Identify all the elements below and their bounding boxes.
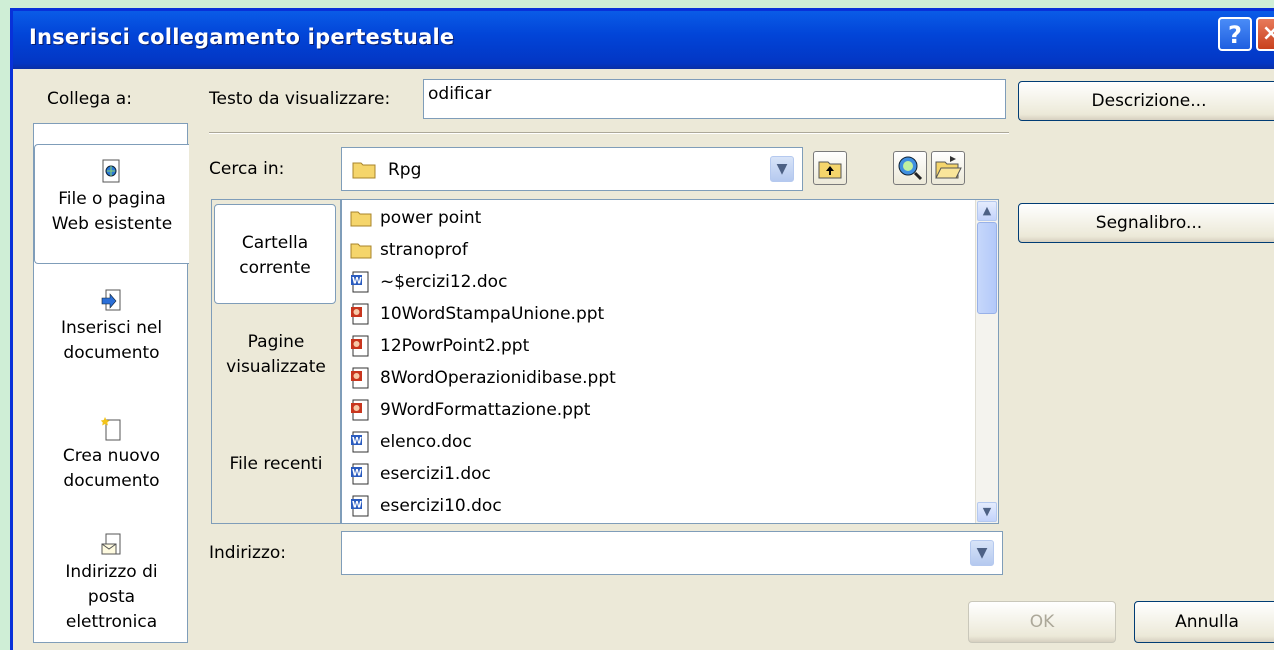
file-list-item[interactable]: 9WordFormattazione.ppt: [350, 394, 590, 426]
file-name: 12PowrPoint2.ppt: [380, 336, 530, 356]
file-list-item[interactable]: Welenco.doc: [350, 426, 472, 458]
view-tabs: Cartella corrente Pagine visualizzate Fi…: [211, 199, 341, 524]
new-document-icon: [100, 417, 120, 441]
scroll-up-button[interactable]: ▲: [977, 201, 997, 221]
look-in-value: Rpg: [388, 160, 422, 180]
powerpoint-file-icon: [351, 335, 369, 357]
link-place-line2: documento: [63, 343, 160, 363]
vertical-scrollbar[interactable]: ▲ ▼: [975, 200, 998, 523]
display-text-label: Testo da visualizzare:: [209, 89, 391, 109]
link-email-line1: Indirizzo di: [65, 562, 158, 582]
folder-icon: [350, 211, 372, 227]
address-chevron-down-icon[interactable]: ▼: [970, 540, 994, 566]
browse-web-icon: [898, 156, 923, 181]
powerpoint-file-icon: [351, 399, 369, 421]
tab-browsed-line2: visualizzate: [226, 357, 326, 377]
title-bar: Inserisci collegamento ipertestuale ? ×: [13, 11, 1274, 69]
file-list[interactable]: power point stranoprof W ~$ercizi12.doc 10Wo…: [341, 199, 999, 524]
file-name: esercizi1.doc: [380, 464, 491, 484]
chevron-down-icon[interactable]: ▼: [770, 156, 794, 182]
link-place-line1: Inserisci nel: [60, 318, 163, 338]
file-list-item[interactable]: stranoprof: [350, 234, 468, 266]
tab-browsed-line1: Pagine: [247, 332, 305, 352]
file-name: esercizi10.doc: [380, 496, 502, 516]
powerpoint-file-icon: [351, 303, 369, 325]
up-one-folder-button[interactable]: [813, 151, 847, 185]
tab-current-folder-line2: corrente: [239, 258, 311, 278]
address-label: Indirizzo:: [209, 543, 286, 563]
browse-web-button[interactable]: [893, 151, 927, 185]
svg-text:W: W: [352, 277, 362, 287]
open-folder-icon: [935, 156, 962, 179]
tab-browsed-pages[interactable]: Pagine visualizzate: [212, 330, 340, 400]
link-to-label: Collega a:: [47, 89, 132, 109]
word-file-icon: W: [351, 431, 369, 453]
link-new-doc-line1: Crea nuovo: [62, 446, 161, 466]
hyperlink-dialog: Inserisci collegamento ipertestuale ? × …: [10, 8, 1274, 650]
tab-recent-line1: File recenti: [229, 454, 323, 474]
look-in-combo[interactable]: Rpg ▼: [341, 147, 803, 191]
link-to-bar: File o pagina Web esistente Inserisci ne…: [33, 123, 189, 643]
link-existing-file-line2: Web esistente: [51, 214, 173, 234]
folder-icon: [352, 162, 376, 179]
svg-text:W: W: [352, 501, 362, 511]
bookmark-button[interactable]: Segnalibro...: [1018, 203, 1274, 243]
word-file-icon: W: [351, 463, 369, 485]
cancel-button[interactable]: Annulla: [1134, 601, 1274, 643]
file-name: stranoprof: [380, 240, 468, 260]
scroll-thumb[interactable]: [977, 222, 997, 314]
close-button[interactable]: ×: [1256, 17, 1274, 51]
link-email-line2: posta: [87, 587, 136, 607]
link-create-new-document[interactable]: Crea nuovo documento: [34, 402, 189, 512]
help-button[interactable]: ?: [1218, 17, 1252, 51]
link-existing-file-line1: File o pagina: [58, 189, 166, 209]
display-text-input[interactable]: odificar: [423, 79, 1006, 119]
link-existing-file[interactable]: File o pagina Web esistente: [34, 144, 189, 264]
powerpoint-file-icon: [351, 367, 369, 389]
file-list-item[interactable]: 8WordOperazionidibase.ppt: [350, 362, 616, 394]
svg-text:W: W: [352, 437, 362, 447]
file-list-item[interactable]: W ~$ercizi12.doc: [350, 266, 507, 298]
email-icon: [101, 533, 120, 555]
look-in-label: Cerca in:: [209, 159, 285, 179]
word-file-icon: W: [351, 271, 369, 293]
link-email-address[interactable]: Indirizzo di posta elettronica: [34, 524, 189, 640]
file-name: elenco.doc: [380, 432, 472, 452]
screentip-button[interactable]: Descrizione...: [1018, 81, 1274, 121]
document-place-icon: [101, 289, 120, 311]
file-list-item[interactable]: 12PowrPoint2.ppt: [350, 330, 529, 362]
browse-file-button[interactable]: [931, 151, 965, 185]
web-page-icon: [102, 159, 120, 183]
ok-button: OK: [968, 601, 1116, 643]
file-list-item[interactable]: Wesercizi1.doc: [350, 458, 491, 490]
svg-text:W: W: [352, 469, 362, 479]
link-place-in-document[interactable]: Inserisci nel documento: [34, 274, 189, 384]
separator: [209, 132, 1009, 134]
tab-current-folder[interactable]: Cartella corrente: [214, 204, 336, 304]
tab-recent-files[interactable]: File recenti: [212, 452, 340, 492]
link-new-doc-line2: documento: [63, 471, 160, 491]
word-file-icon: W: [351, 495, 369, 517]
file-name: 10WordStampaUnione.ppt: [380, 304, 605, 324]
file-name: 8WordOperazionidibase.ppt: [380, 368, 616, 388]
file-list-item[interactable]: Wesercizi10.doc: [350, 490, 502, 522]
file-name: power point: [380, 208, 482, 228]
dialog-title: Inserisci collegamento ipertestuale: [29, 25, 455, 49]
link-email-line3: elettronica: [65, 612, 158, 632]
file-list-item[interactable]: power point: [350, 202, 481, 234]
tab-current-folder-line1: Cartella: [241, 233, 309, 253]
scroll-down-button[interactable]: ▼: [977, 502, 997, 522]
address-combo[interactable]: ▼: [341, 531, 1003, 575]
file-list-item[interactable]: 10WordStampaUnione.ppt: [350, 298, 604, 330]
file-name: ~$ercizi12.doc: [380, 272, 508, 292]
file-name: 9WordFormattazione.ppt: [380, 400, 591, 420]
up-folder-icon: [818, 161, 842, 179]
folder-icon: [350, 243, 372, 259]
